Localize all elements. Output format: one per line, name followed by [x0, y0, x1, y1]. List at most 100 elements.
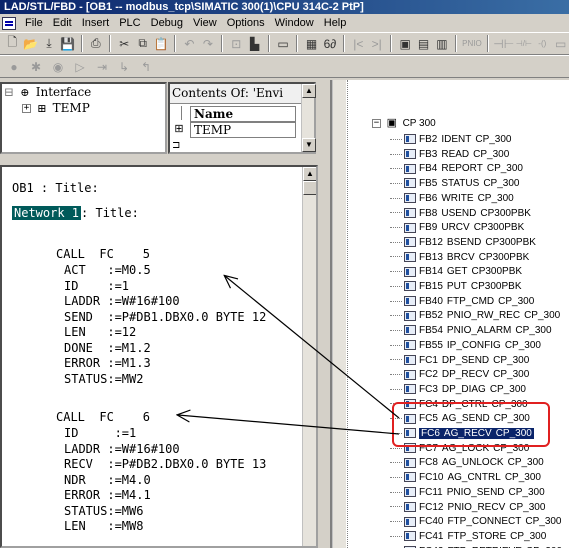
catalog-scrollbar[interactable] [332, 80, 346, 548]
library-item-fb4[interactable]: FB4 REPORT CP_300 [390, 161, 523, 176]
contents-scrollbar[interactable]: ▲ ▼ [301, 84, 316, 152]
app-icon[interactable] [2, 16, 16, 30]
call-param[interactable]: LADDR :=W#16#100 [64, 442, 180, 457]
undo-icon[interactable]: ↶ [181, 34, 197, 53]
scroll-down-icon[interactable]: ▼ [302, 138, 316, 152]
code-editor[interactable]: OB1 : Title: Network 1: Title: CALL FC 5… [0, 165, 318, 548]
library-item-fb6[interactable]: FB6 WRITE CP_300 [390, 191, 514, 206]
scroll-up-icon[interactable]: ▲ [303, 167, 316, 181]
library-item-fc11[interactable]: FC11 PNIO_SEND CP_300 [390, 485, 545, 500]
menu-window[interactable]: Window [270, 15, 319, 31]
library-item-fb9[interactable]: FB9 URCV CP300PBK [390, 220, 524, 235]
call-param[interactable]: LEN :=MW8 [64, 519, 143, 534]
library-item-fb5[interactable]: FB5 STATUS CP_300 [390, 176, 519, 191]
call-param[interactable]: SEND :=P#DB1.DBX0.0 BYTE 12 [64, 310, 266, 325]
menu-view[interactable]: View [188, 15, 222, 31]
breakpoint-active-icon[interactable]: ◉ [48, 57, 68, 76]
library-item-fb15[interactable]: FB15 PUT CP300PBK [390, 279, 522, 294]
clear-breakpoint-icon[interactable]: ✱ [26, 57, 46, 76]
tree-item-temp[interactable]: + ⊞ TEMP [2, 100, 165, 116]
library-item-fb52[interactable]: FB52 PNIO_RW_REC CP_300 [390, 308, 560, 323]
download-icon[interactable]: ⤓ [41, 34, 57, 53]
cut-icon[interactable]: ✂ [116, 34, 132, 53]
prev-network-icon[interactable]: |< [350, 34, 366, 53]
scroll-thumb[interactable] [303, 181, 316, 195]
network-label[interactable]: Network 1 [10, 205, 83, 221]
call-fc6[interactable]: CALL FC 6 [56, 410, 150, 425]
resume-icon[interactable]: ▷ [70, 57, 90, 76]
breakpoint-icon[interactable]: ● [4, 57, 24, 76]
tree-item-cp300[interactable]: − ▣ CP 300 [372, 116, 436, 131]
library-item-fb55[interactable]: FB55 IP_CONFIG CP_300 [390, 338, 541, 353]
library-item-fc1[interactable]: FC1 DP_SEND CP_300 [390, 353, 529, 368]
step-into-icon[interactable]: ↳ [114, 57, 134, 76]
call-param[interactable]: ID :=1 [64, 279, 129, 294]
program-elements-icon[interactable]: ▤ [415, 34, 431, 53]
module-info-icon[interactable]: ▦ [303, 34, 319, 53]
call-fc5[interactable]: CALL FC 5 [56, 247, 150, 262]
library-item-fb2[interactable]: FB2 IDENT CP_300 [390, 132, 511, 147]
menu-debug[interactable]: Debug [146, 15, 188, 31]
contact-nc-icon[interactable]: ⊣/⊢ [516, 34, 532, 53]
call-param[interactable]: NDR :=M4.0 [64, 473, 151, 488]
copy-icon[interactable]: ⧉ [134, 34, 150, 53]
branch-icon[interactable]: ▭ [553, 34, 569, 53]
library-item-fc10[interactable]: FC10 AG_CNTRL CP_300 [390, 470, 541, 485]
next-network-icon[interactable]: >| [369, 34, 385, 53]
accessible-nodes-icon[interactable]: ⊡ [228, 34, 244, 53]
pnio-icon[interactable]: PNIO [462, 34, 482, 53]
library-item-fb3[interactable]: FB3 READ CP_300 [390, 147, 509, 162]
library-item-fb8[interactable]: FB8 USEND CP300PBK [390, 206, 531, 221]
collapse-icon[interactable]: − [372, 119, 381, 128]
block-title[interactable]: OB1 : Title: [12, 181, 99, 196]
details-icon[interactable]: ▥ [434, 34, 450, 53]
call-param[interactable]: ERROR :=M4.1 [64, 488, 151, 503]
library-item-fc8[interactable]: FC8 AG_UNLOCK CP_300 [390, 455, 544, 470]
expand-icon[interactable]: + [22, 104, 31, 113]
library-item-fc12[interactable]: FC12 PNIO_RECV CP_300 [390, 500, 545, 515]
call-param[interactable]: STATUS:=MW2 [64, 372, 143, 387]
coil-icon[interactable]: -() [534, 34, 550, 53]
call-param[interactable]: ID :=1 [64, 426, 136, 441]
network-title[interactable]: : Title: [81, 206, 139, 220]
library-item-fc2[interactable]: FC2 DP_RECV CP_300 [390, 367, 529, 382]
overview-icon[interactable]: ▣ [397, 34, 413, 53]
menu-help[interactable]: Help [319, 15, 352, 31]
call-param[interactable]: DONE :=M1.2 [64, 341, 151, 356]
open-icon[interactable]: 📂 [22, 34, 38, 53]
contact-no-icon[interactable]: ⊣⊢ [493, 34, 514, 53]
menu-insert[interactable]: Insert [77, 15, 115, 31]
call-param[interactable]: LADDR :=W#16#100 [64, 294, 180, 309]
redo-icon[interactable]: ↷ [200, 34, 216, 53]
library-item-fc41[interactable]: FC41 FTP_STORE CP_300 [390, 529, 546, 544]
contents-row-temp[interactable]: TEMP [190, 122, 296, 138]
step-over-icon[interactable]: ⇥ [92, 57, 112, 76]
splitter[interactable] [318, 80, 330, 548]
scroll-up-icon[interactable]: ▲ [302, 84, 316, 98]
paste-icon[interactable]: 📋 [153, 34, 169, 53]
call-param[interactable]: LEN :=12 [64, 325, 136, 340]
new-icon[interactable]: 🗋 [4, 34, 20, 53]
compare-icon[interactable]: ▙ [246, 34, 262, 53]
library-item-fb14[interactable]: FB14 GET CP300PBK [390, 264, 522, 279]
step-out-icon[interactable]: ↰ [136, 57, 156, 76]
tree-item-interface[interactable]: ⊟ ⊕ Interface [2, 84, 165, 100]
library-item-fb12[interactable]: FB12 BSEND CP300PBK [390, 235, 536, 250]
column-header-name[interactable]: Name [190, 106, 296, 122]
menu-options[interactable]: Options [222, 15, 270, 31]
call-param[interactable]: ACT :=M0.5 [64, 263, 151, 278]
library-item-fc3[interactable]: FC3 DP_DIAG CP_300 [390, 382, 526, 397]
menu-file[interactable]: File [20, 15, 48, 31]
library-item-fc40[interactable]: FC40 FTP_CONNECT CP_300 [390, 514, 562, 529]
call-param[interactable]: ERROR :=M1.3 [64, 356, 151, 371]
library-item-fb54[interactable]: FB54 PNIO_ALARM CP_300 [390, 323, 552, 338]
library-item-fb40[interactable]: FB40 FTP_CMD CP_300 [390, 294, 534, 309]
online-icon[interactable]: ▭ [275, 34, 291, 53]
save-icon[interactable]: 💾 [59, 34, 75, 53]
monitor-icon[interactable]: 6∂ [322, 34, 338, 53]
code-scrollbar[interactable]: ▲ [302, 167, 316, 546]
menu-edit[interactable]: Edit [48, 15, 77, 31]
library-item-fb13[interactable]: FB13 BRCV CP300PBK [390, 250, 529, 265]
library-item-fc42[interactable]: FC42FTP_RETRIEVECP_300 [390, 544, 562, 548]
menu-plc[interactable]: PLC [114, 15, 145, 31]
